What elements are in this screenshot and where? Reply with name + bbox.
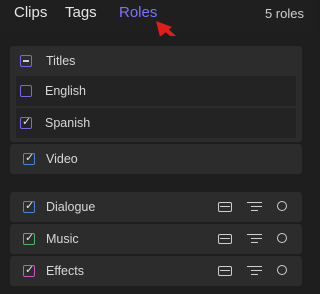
lanes-icon[interactable] [247, 265, 262, 277]
subrole-label-english: English [45, 84, 86, 98]
tab-clips[interactable]: Clips [14, 4, 47, 21]
dialogue-role-card: ✓ Dialogue [10, 192, 302, 222]
lanes-icon[interactable] [247, 233, 262, 245]
subrole-row-english[interactable]: English [16, 76, 296, 106]
spanish-checkbox[interactable]: ✓ [20, 116, 32, 129]
tab-tags[interactable]: Tags [65, 4, 97, 21]
checkmark-icon: ✓ [25, 200, 35, 212]
english-checkbox[interactable] [20, 85, 32, 97]
role-label-music: Music [46, 232, 79, 246]
music-role-card: ✓ Music [10, 224, 302, 254]
focus-icon[interactable] [218, 202, 232, 212]
music-checkbox[interactable]: ✓ [23, 232, 35, 245]
role-actions [218, 265, 292, 279]
role-label-video: Video [46, 152, 78, 166]
roles-panel: Titles English ✓ Spanish ✓ Video ✓ Dialo… [0, 36, 314, 294]
role-label-titles: Titles [46, 54, 76, 68]
circle-icon[interactable] [277, 265, 287, 275]
lanes-icon[interactable] [247, 201, 262, 213]
role-label-dialogue: Dialogue [46, 200, 96, 214]
checkmark-icon: ✓ [25, 152, 35, 164]
video-checkbox[interactable]: ✓ [23, 152, 35, 165]
checkmark-icon: ✓ [25, 232, 35, 244]
role-row-video[interactable]: ✓ Video [10, 144, 302, 174]
effects-checkbox[interactable]: ✓ [23, 264, 35, 277]
role-actions [218, 233, 292, 247]
role-label-effects: Effects [46, 264, 84, 278]
role-row-music[interactable]: ✓ Music [10, 224, 302, 254]
subrole-label-spanish: Spanish [45, 116, 91, 130]
checkmark-icon: ✓ [22, 116, 32, 128]
focus-icon[interactable] [218, 266, 232, 276]
role-row-effects[interactable]: ✓ Effects [10, 256, 302, 286]
role-row-titles[interactable]: Titles [10, 46, 302, 76]
titles-group-card: Titles English ✓ Spanish [10, 46, 302, 142]
circle-icon[interactable] [277, 201, 287, 211]
effects-role-card: ✓ Effects [10, 256, 302, 286]
focus-icon[interactable] [218, 234, 232, 244]
video-role-card: ✓ Video [10, 144, 302, 174]
circle-icon[interactable] [277, 233, 287, 243]
subrole-row-spanish[interactable]: ✓ Spanish [16, 108, 296, 138]
role-row-dialogue[interactable]: ✓ Dialogue [10, 192, 302, 222]
titles-mixed-checkbox[interactable] [20, 55, 32, 67]
roles-count: 5 roles [264, 6, 304, 21]
dialogue-checkbox[interactable]: ✓ [23, 200, 35, 213]
checkmark-icon: ✓ [25, 264, 35, 276]
role-actions [218, 201, 292, 215]
